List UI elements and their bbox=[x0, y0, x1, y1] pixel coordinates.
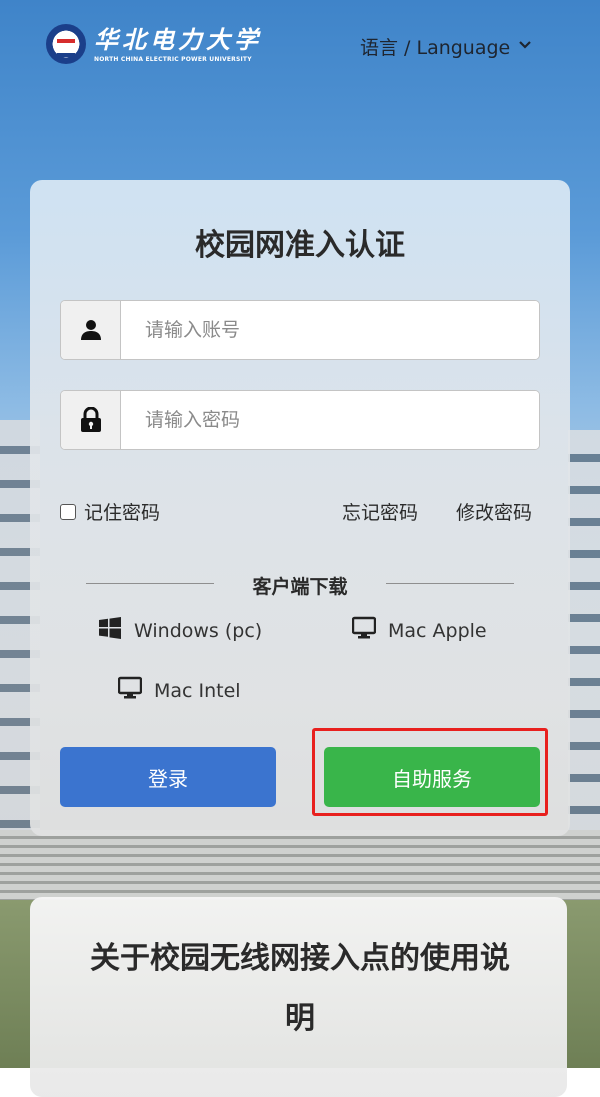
login-button[interactable]: 登录 bbox=[60, 747, 276, 807]
checkbox-box[interactable] bbox=[60, 503, 76, 520]
page-title: 校园网准入认证 bbox=[195, 228, 405, 263]
password-field bbox=[60, 390, 540, 450]
self-service-button[interactable]: 自助服务 bbox=[324, 747, 540, 807]
divider-right bbox=[386, 583, 514, 584]
download-windows-label: Windows (pc) bbox=[134, 619, 263, 642]
monitor-icon bbox=[351, 616, 377, 645]
download-mac-apple-label: Mac Apple bbox=[388, 619, 487, 642]
logo-english-name: NORTH CHINA ELECTRIC POWER UNIVERSITY bbox=[94, 55, 252, 63]
account-field bbox=[60, 300, 540, 360]
logo-text: 华北电力大学 NORTH CHINA ELECTRIC POWER UNIVER… bbox=[94, 24, 262, 63]
download-mac-apple-link[interactable]: Mac Apple bbox=[351, 616, 487, 645]
password-input[interactable] bbox=[121, 391, 539, 449]
lock-icon bbox=[61, 391, 121, 449]
login-card: 校园网准入认证 记住密码 忘记密码 修改密码 客户端下载 bbox=[30, 180, 570, 836]
university-logo: 华北电力大学 NORTH CHINA ELECTRIC POWER UNIVER… bbox=[46, 24, 262, 64]
change-password-link[interactable]: 修改密码 bbox=[456, 498, 532, 525]
header: 华北电力大学 NORTH CHINA ELECTRIC POWER UNIVER… bbox=[0, 0, 600, 90]
language-label: 语言 / Language bbox=[360, 37, 511, 59]
user-icon bbox=[61, 301, 121, 359]
download-windows-link[interactable]: Windows (pc) bbox=[98, 616, 262, 645]
login-options: 记住密码 忘记密码 修改密码 bbox=[60, 496, 540, 526]
university-emblem-icon bbox=[46, 24, 86, 64]
chevron-down-icon bbox=[518, 38, 532, 54]
forgot-password-link[interactable]: 忘记密码 bbox=[342, 498, 418, 525]
download-section-title: 客户端下载 bbox=[252, 576, 348, 598]
monitor-icon bbox=[117, 676, 143, 705]
logo-chinese-name: 华北电力大学 bbox=[94, 24, 262, 54]
windows-icon bbox=[98, 616, 122, 645]
notice-card: 关于校园无线网接入点的使用说明 bbox=[30, 897, 567, 1097]
remember-password-label: 记住密码 bbox=[84, 502, 161, 524]
notice-title[interactable]: 关于校园无线网接入点的使用说明 bbox=[90, 929, 510, 1049]
language-selector[interactable]: 语言 / Language bbox=[360, 33, 532, 60]
building-right bbox=[568, 430, 600, 830]
remember-password-checkbox[interactable]: 记住密码 bbox=[60, 498, 160, 525]
account-input[interactable] bbox=[121, 301, 539, 359]
download-mac-intel-link[interactable]: Mac Intel bbox=[117, 676, 241, 705]
download-mac-intel-label: Mac Intel bbox=[154, 679, 241, 702]
